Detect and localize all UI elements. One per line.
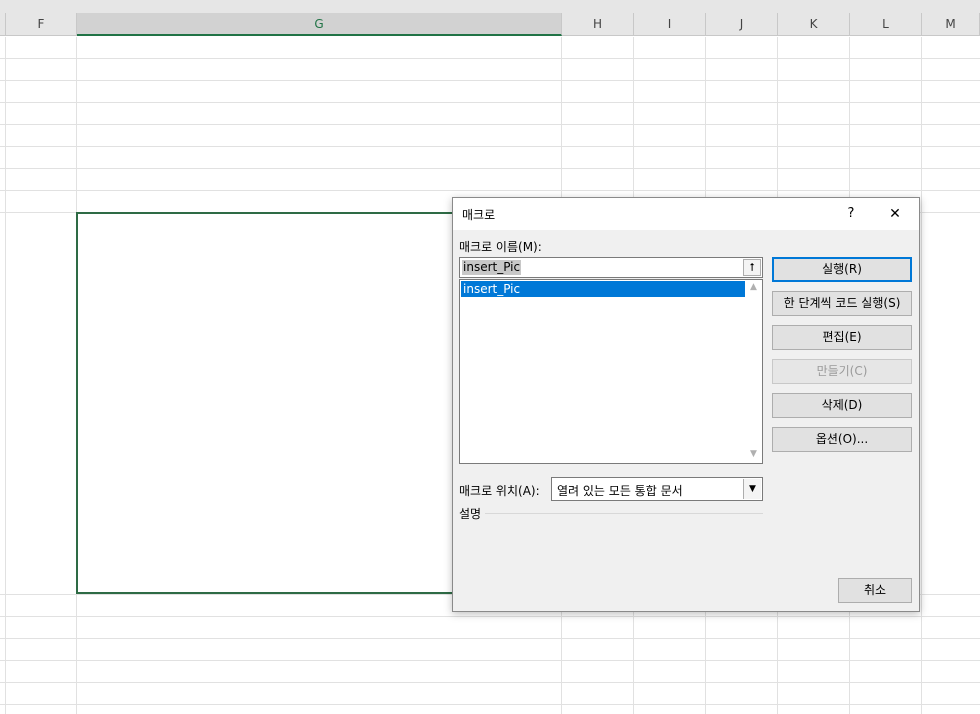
gridline	[0, 124, 980, 125]
gridline	[0, 704, 980, 705]
macro-dialog: 매크로 ? ✕ 매크로 이름(M): insert_Pic ⭡ insert_P…	[452, 197, 920, 612]
gridline	[0, 58, 980, 59]
dialog-title: 매크로	[462, 208, 496, 222]
gridline	[5, 37, 6, 714]
description-label: 설명	[459, 507, 482, 521]
gridline	[0, 638, 980, 639]
gridline	[0, 682, 980, 683]
column-header-l[interactable]: L	[850, 13, 922, 36]
delete-button[interactable]: 삭제(D)	[772, 393, 912, 418]
macro-name-input[interactable]: insert_Pic ⭡	[459, 257, 763, 278]
scroll-down-icon[interactable]: ▼	[745, 449, 762, 461]
run-button[interactable]: 실행(R)	[772, 257, 912, 282]
macro-name-value: insert_Pic	[462, 260, 522, 275]
gridline	[0, 80, 980, 81]
macro-location-select[interactable]: 열려 있는 모든 통합 문서 ▼	[551, 477, 763, 501]
column-header-i[interactable]: I	[634, 13, 706, 36]
gridline	[0, 660, 980, 661]
column-header-k[interactable]: K	[778, 13, 850, 36]
gridline	[0, 102, 980, 103]
macro-listbox[interactable]: insert_Pic ▲ ▼	[459, 279, 763, 464]
options-button[interactable]: 옵션(O)...	[772, 427, 912, 452]
step-into-button[interactable]: 한 단계씩 코드 실행(S)	[772, 291, 912, 316]
macro-name-label: 매크로 이름(M):	[459, 240, 542, 254]
macro-location-label: 매크로 위치(A):	[459, 484, 540, 498]
gridline	[0, 168, 980, 169]
close-icon[interactable]: ✕	[884, 204, 906, 224]
column-header-h[interactable]: H	[562, 13, 634, 36]
list-item[interactable]: insert_Pic	[461, 281, 745, 297]
edit-button[interactable]: 편집(E)	[772, 325, 912, 350]
chevron-down-icon[interactable]: ▼	[743, 479, 761, 499]
column-header-m[interactable]: M	[922, 13, 980, 36]
gridline	[921, 37, 922, 714]
column-header-j[interactable]: J	[706, 13, 778, 36]
column-header-g[interactable]: G	[77, 13, 562, 36]
column-header-f[interactable]: F	[6, 13, 77, 36]
description-divider	[485, 513, 763, 514]
cancel-button[interactable]: 취소	[838, 578, 912, 603]
vertical-scrollbar[interactable]: ▲ ▼	[745, 280, 762, 463]
gridline	[0, 146, 980, 147]
ribbon-edge	[0, 0, 980, 14]
macro-location-value: 열려 있는 모든 통합 문서	[557, 484, 683, 498]
help-icon[interactable]: ?	[845, 205, 857, 223]
gridline	[0, 190, 980, 191]
create-button: 만들기(C)	[772, 359, 912, 384]
gridline	[0, 616, 980, 617]
dialog-titlebar[interactable]: 매크로 ? ✕	[453, 198, 919, 230]
scroll-up-icon[interactable]: ▲	[745, 282, 762, 294]
arrow-up-icon[interactable]: ⭡	[743, 259, 761, 276]
